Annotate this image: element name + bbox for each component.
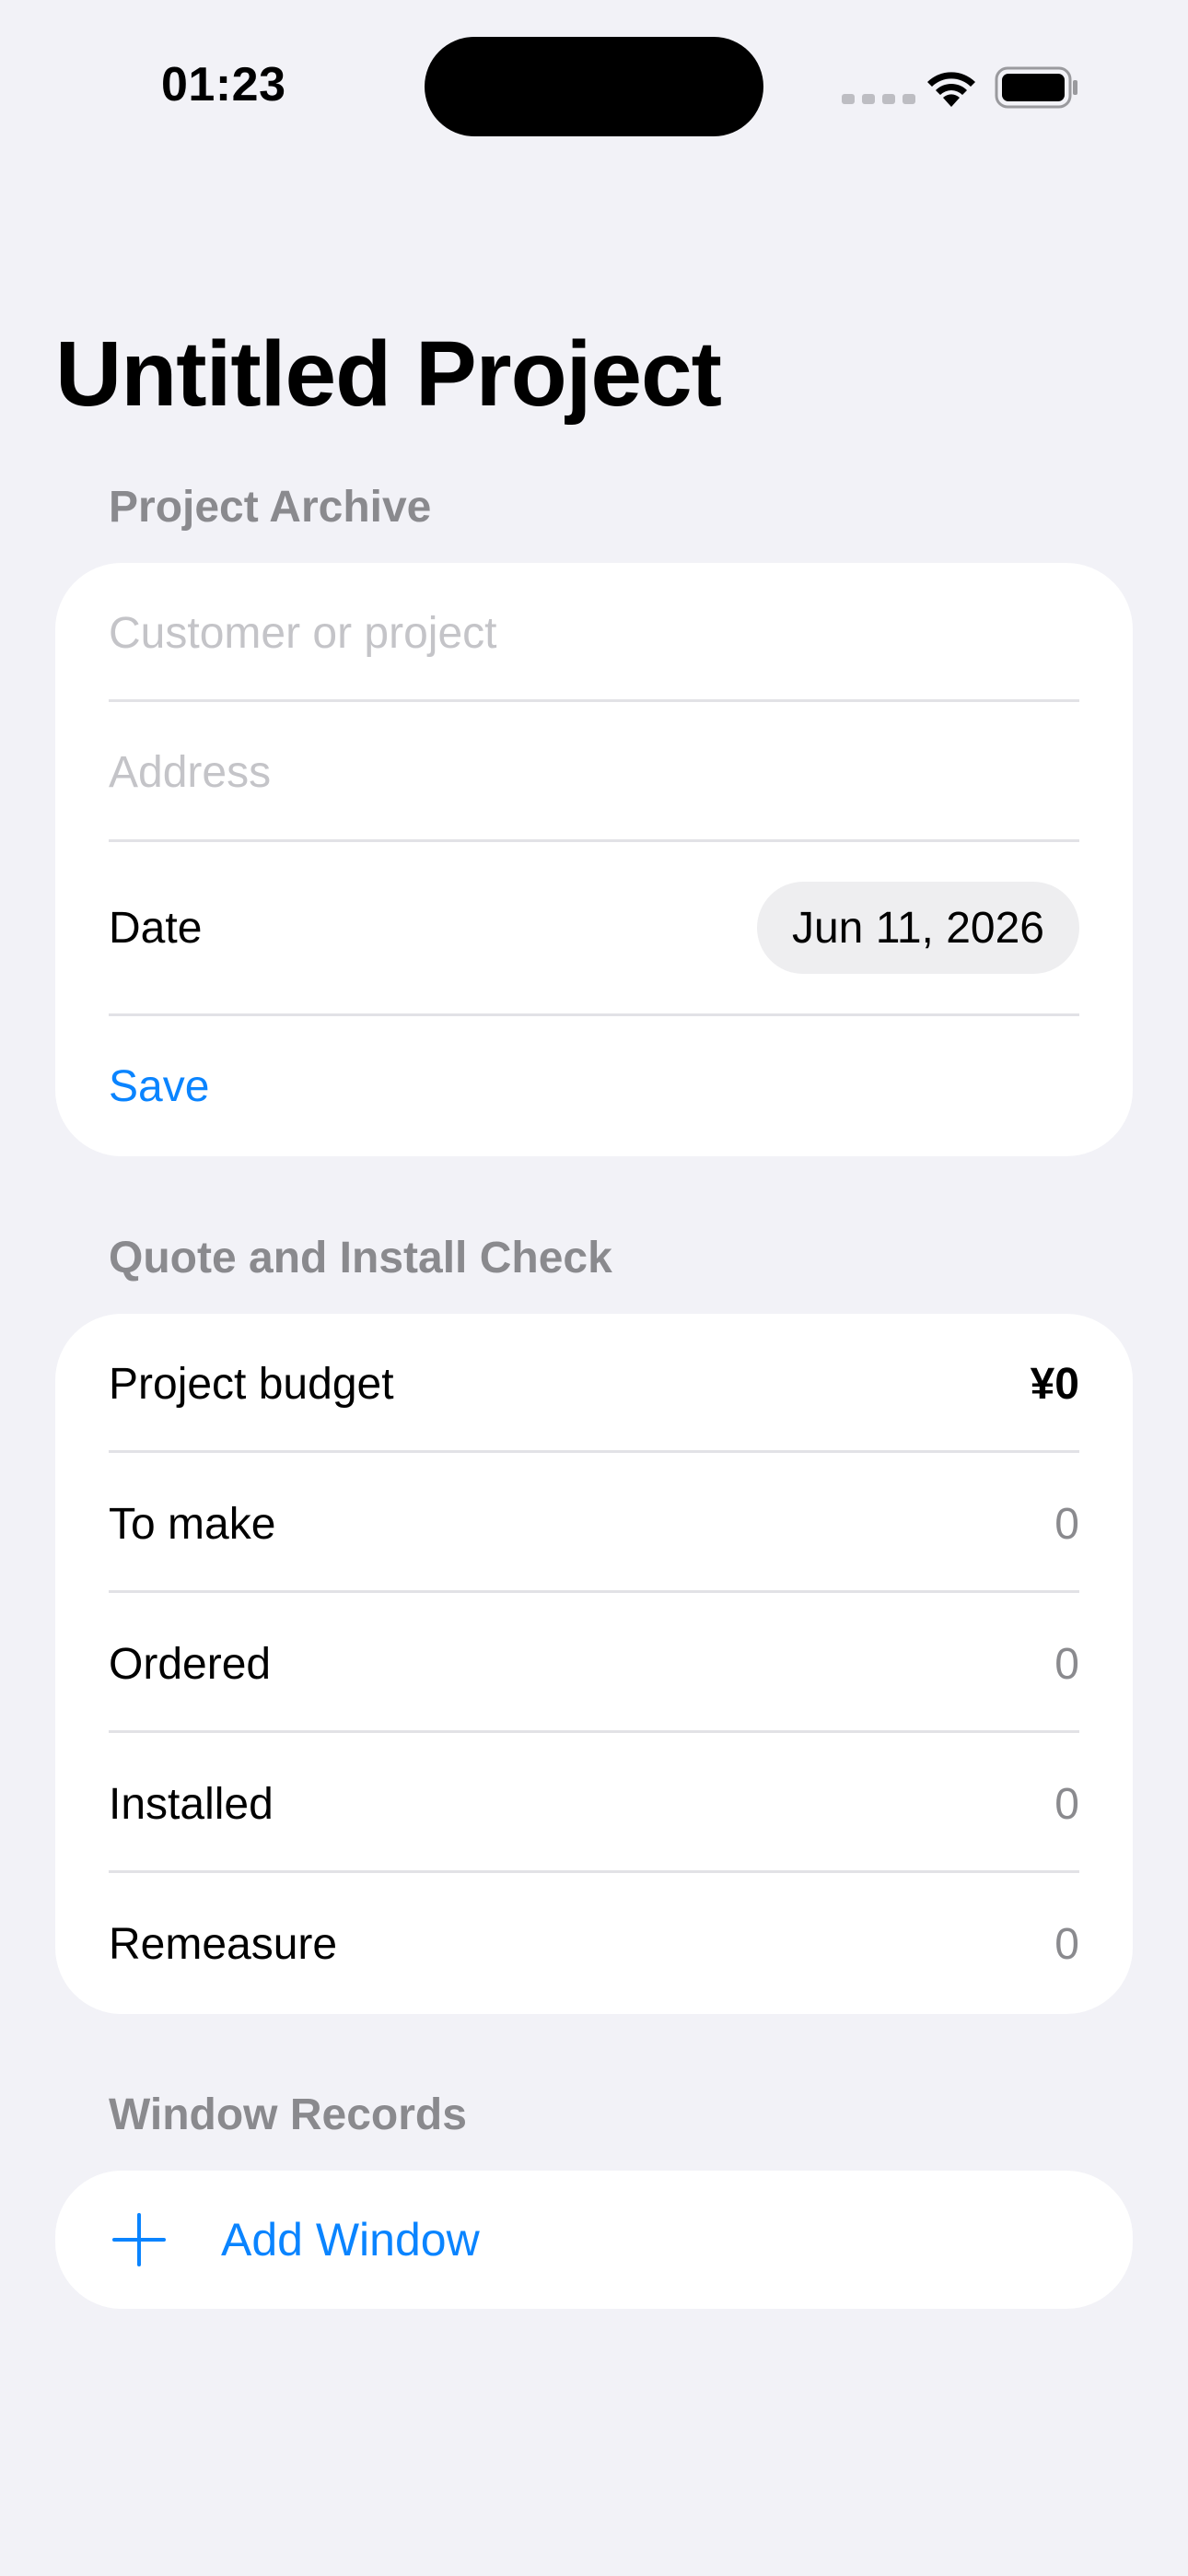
- window-records-card: Add Window: [55, 2171, 1133, 2309]
- installed-row: Installed 0: [109, 1734, 1079, 1874]
- ordered-row: Ordered 0: [109, 1594, 1079, 1734]
- budget-value: ¥0: [1030, 1359, 1079, 1409]
- project-archive-card: Customer or project Address Date Jun 11,…: [55, 563, 1133, 1156]
- divider: [109, 1870, 1079, 1873]
- add-window-button[interactable]: Add Window: [112, 2171, 480, 2309]
- status-icons: [842, 64, 1081, 111]
- to-make-value: 0: [1054, 1499, 1079, 1549]
- divider: [109, 1590, 1079, 1593]
- divider: [109, 1450, 1079, 1453]
- section-header-project-archive: Project Archive: [109, 483, 432, 532]
- divider: [109, 1730, 1079, 1733]
- customer-field[interactable]: Customer or project: [109, 608, 496, 659]
- installed-value: 0: [1054, 1779, 1079, 1829]
- address-field[interactable]: Address: [109, 747, 271, 798]
- save-row[interactable]: Save: [109, 1016, 1079, 1156]
- address-field-row[interactable]: Address: [109, 702, 1079, 842]
- remeasure-row: Remeasure 0: [109, 1874, 1079, 2014]
- remeasure-value: 0: [1054, 1919, 1079, 1969]
- remeasure-label: Remeasure: [109, 1919, 338, 1969]
- ordered-label: Ordered: [109, 1639, 272, 1689]
- page-title: Untitled Project: [55, 322, 722, 426]
- to-make-row: To make 0: [109, 1454, 1079, 1594]
- section-header-window-records: Window Records: [109, 2090, 467, 2139]
- section-header-quote-check: Quote and Install Check: [109, 1234, 612, 1282]
- status-time: 01:23: [161, 58, 286, 111]
- wifi-icon: [927, 72, 975, 107]
- date-row: Date Jun 11, 2026: [109, 842, 1079, 1013]
- plus-icon: [112, 2213, 166, 2266]
- to-make-label: To make: [109, 1499, 276, 1549]
- add-window-label: Add Window: [221, 2214, 480, 2266]
- customer-field-row[interactable]: Customer or project: [109, 563, 1079, 703]
- ordered-value: 0: [1054, 1639, 1079, 1689]
- cellular-signal-icon: [842, 94, 915, 104]
- battery-icon: [995, 66, 1077, 109]
- dynamic-island: [425, 37, 763, 136]
- quote-check-card: Project budget ¥0 To make 0 Ordered 0 In…: [55, 1314, 1133, 2014]
- date-picker-button[interactable]: Jun 11, 2026: [756, 882, 1079, 974]
- date-label: Date: [109, 903, 203, 953]
- save-button[interactable]: Save: [109, 1061, 209, 1112]
- budget-label: Project budget: [109, 1359, 394, 1409]
- budget-row: Project budget ¥0: [109, 1314, 1079, 1454]
- installed-label: Installed: [109, 1779, 274, 1829]
